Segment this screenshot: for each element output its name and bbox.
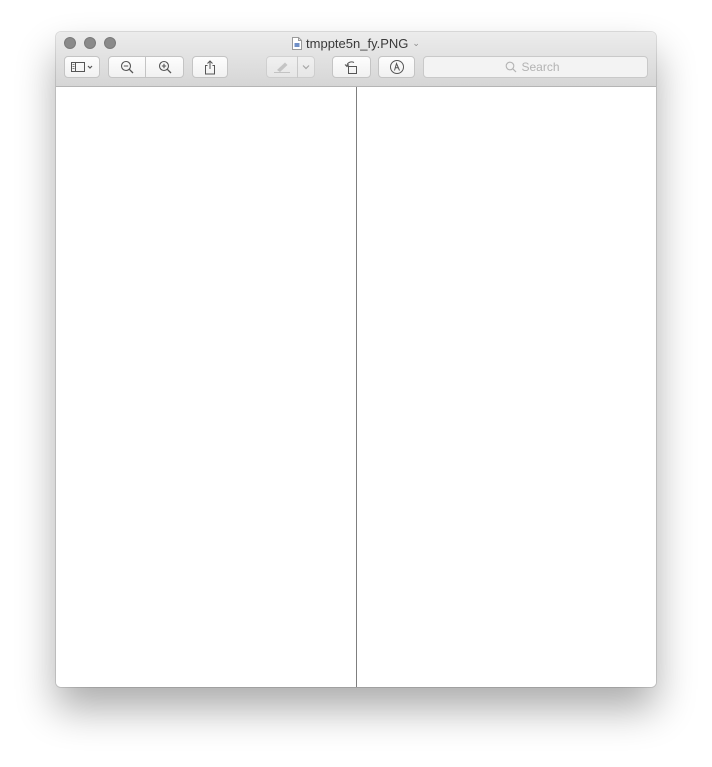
zoom-in-icon [158,60,171,74]
document-view[interactable] [56,87,656,687]
chevron-down-icon [302,65,310,70]
share-icon [205,59,215,74]
page-right [357,87,656,687]
window-title: tmppte5n_fy.PNG [306,35,409,51]
sidebar-button[interactable] [64,56,100,78]
highlight-button[interactable] [266,56,298,78]
preview-window: tmppte5n_fy.PNG ⌄ [56,32,656,687]
title-bar: tmppte5n_fy.PNG ⌄ [56,32,656,87]
document-icon [292,36,303,50]
zoom-out-icon [120,60,134,74]
window-title-area[interactable]: tmppte5n_fy.PNG ⌄ [56,35,656,51]
zoom-out-button[interactable] [108,56,146,78]
highlight-options-button[interactable] [297,56,315,78]
title-chevron-icon[interactable]: ⌄ [412,38,420,49]
share-button[interactable] [192,56,228,78]
search-input[interactable] [521,60,567,74]
markup-button[interactable] [378,56,415,78]
page-left [56,87,356,687]
highlighter-icon [274,62,290,73]
sidebar-icon [71,62,93,72]
zoom-in-button[interactable] [145,56,184,78]
rotate-left-icon [344,60,357,74]
search-icon [505,61,516,73]
rotate-button[interactable] [332,56,371,78]
markup-pen-icon [389,60,404,74]
search-field[interactable] [423,56,648,78]
